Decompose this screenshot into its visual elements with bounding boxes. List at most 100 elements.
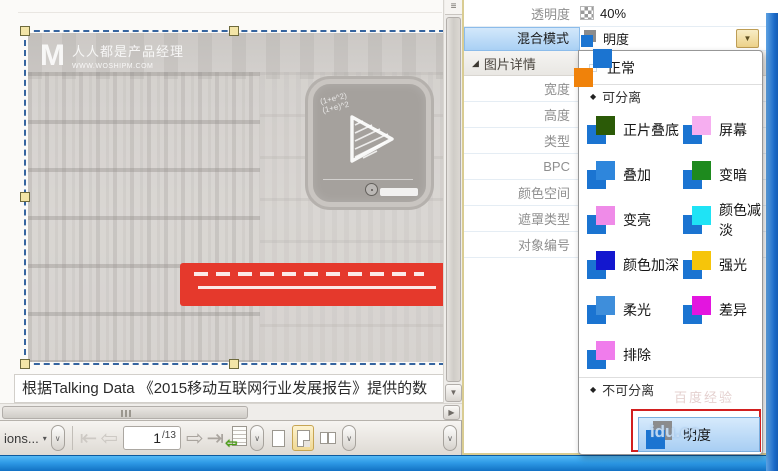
options-label[interactable]: ions... (4, 431, 39, 446)
darken-label: 变暗 (719, 165, 747, 185)
page-caption-textframe[interactable]: 根据Talking Data 《2015移动互联网行业发展报告》提供的数 (14, 374, 462, 403)
horizontal-scrollbar[interactable]: ▶ (0, 403, 462, 420)
objectnumber-label: 对象编号 (464, 235, 580, 254)
app-window: M 人人都是产品经理 WWW.WOSHIPM.COM (1+e^2) (1+e)… (0, 0, 778, 471)
group-nonseparable-label: 不可分离 (602, 380, 654, 399)
colorspace-label: 颜色空间 (464, 183, 580, 202)
scrollbar-grip-icon (121, 410, 133, 417)
first-page-button[interactable]: ⇤ (80, 428, 98, 449)
page-caption-text: 根据Talking Data 《2015移动互联网行业发展报告》提供的数 (15, 375, 461, 402)
group-nonseparable: ◆ 不可分离 (579, 377, 762, 400)
blend-item-screen[interactable]: 屏幕 (683, 107, 762, 152)
horizontal-scrollbar-thumb[interactable] (2, 406, 248, 419)
blend-mode-dropdown-list: 正常 ◆ 可分离 正片叠底 屏幕 叠加 变暗 变亮 颜色减淡 颜色加深 强光 柔… (578, 50, 763, 455)
next-page-button[interactable]: ⇨ (186, 428, 204, 449)
normal-icon-frame (589, 64, 597, 72)
group-separable: ◆ 可分离 (579, 84, 762, 107)
blend-current-icon (580, 30, 597, 47)
colordodge-label: 颜色减淡 (719, 200, 762, 240)
navigation-toolbar: ions... ▾ ∨ ⇤ ⇦ 1 /13 ⇨ ⇥ ⇦ ∨ ∨ ∨ (0, 420, 462, 455)
popup-bottom-area: 百度经验 明度 idu.co (579, 400, 762, 454)
options-dropdown-icon[interactable]: ▾ (43, 434, 47, 443)
chalk-circle (365, 183, 378, 196)
logo-url: WWW.WOSHIPM.COM (72, 63, 184, 70)
blend-item-overlay[interactable]: 叠加 (587, 152, 683, 197)
selection-handle-top-left[interactable] (20, 26, 30, 36)
toolbar-overflow-dropdown[interactable]: ∨ (443, 425, 457, 451)
taskbar-strip (0, 455, 778, 471)
diamond-icon: ◆ (590, 92, 596, 101)
blend-item-exclusion[interactable]: 排除 (587, 332, 683, 377)
lighten-label: 变亮 (623, 210, 651, 230)
opacity-row: 透明度 40% (464, 0, 766, 27)
green-back-arrow-icon: ⇦ (225, 434, 238, 452)
darken-blend-icon (683, 161, 711, 189)
last-page-button[interactable]: ⇥ (207, 428, 225, 449)
selected-image[interactable]: M 人人都是产品经理 WWW.WOSHIPM.COM (1+e^2) (1+e)… (28, 33, 443, 362)
chalk-eraser (380, 188, 418, 196)
blend-item-softlight[interactable]: 柔光 (587, 287, 683, 332)
watermark-overlay-text: idu.co (650, 422, 700, 442)
continuous-page-icon (297, 430, 310, 447)
blend-item-multiply[interactable]: 正片叠底 (587, 107, 683, 152)
toolbar-separator (72, 426, 73, 450)
redaction-dash-row-2 (198, 286, 436, 289)
blend-mode-grid: 正片叠底 屏幕 叠加 变暗 变亮 颜色减淡 颜色加深 强光 柔光 差异 排除 (579, 107, 762, 377)
continuous-view-button[interactable] (292, 425, 314, 451)
type-label: 类型 (464, 131, 580, 150)
difference-label: 差异 (719, 300, 747, 320)
screen-label: 屏幕 (719, 120, 747, 140)
facing-pages-button[interactable] (317, 425, 339, 451)
masktype-label: 遮罩类型 (464, 209, 580, 228)
selection-handle-bottom-mid[interactable] (229, 359, 239, 369)
single-page-icon (272, 430, 285, 447)
page-layout-dropdown[interactable]: ∨ (342, 425, 356, 451)
splitter-menu-icon[interactable]: ≡ (445, 0, 462, 15)
logo-title: 人人都是产品经理 (72, 41, 184, 60)
opacity-label: 透明度 (464, 4, 580, 23)
width-label: 宽度 (464, 79, 580, 98)
previous-view-button[interactable]: ⇦ (227, 426, 247, 450)
height-label: 高度 (464, 105, 580, 124)
group-separable-label: 可分离 (602, 87, 641, 106)
multiply-blend-icon (587, 116, 615, 144)
toolbar-collapse-button[interactable]: ∨ (51, 425, 65, 451)
window-edge (766, 13, 778, 471)
blend-item-normal[interactable]: 正常 (579, 51, 762, 84)
exclusion-label: 排除 (623, 345, 651, 365)
blend-item-difference[interactable]: 差异 (683, 287, 762, 332)
blend-item-lighten[interactable]: 变亮 (587, 197, 683, 242)
exclusion-blend-icon (587, 341, 615, 369)
bpc-label: BPC (464, 159, 580, 174)
red-redaction-scribble (180, 263, 443, 306)
lighten-blend-icon (587, 206, 615, 234)
scroll-right-button[interactable]: ▶ (443, 405, 460, 420)
blend-mode-label: 混合模式 (464, 27, 580, 51)
blend-item-colorburn[interactable]: 颜色加深 (587, 242, 683, 287)
page-number-input[interactable]: 1 /13 (123, 426, 181, 450)
section-expander-icon: ◢ (472, 58, 479, 69)
selection-handle-bottom-left[interactable] (20, 359, 30, 369)
blend-item-hardlight[interactable]: 强光 (683, 242, 762, 287)
blend-mode-value[interactable]: 明度 (603, 29, 629, 48)
document-pane: M 人人都是产品经理 WWW.WOSHIPM.COM (1+e^2) (1+e)… (0, 0, 462, 455)
prev-page-button[interactable]: ⇦ (100, 428, 118, 449)
single-page-view-button[interactable] (267, 425, 289, 451)
selection-handle-top-mid[interactable] (229, 26, 239, 36)
page-total: /13 (162, 430, 176, 441)
blend-item-darken[interactable]: 变暗 (683, 152, 762, 197)
screen-blend-icon (683, 116, 711, 144)
blend-mode-dropdown-button[interactable]: ▼ (736, 29, 759, 48)
logo-mark: M (40, 41, 65, 71)
previous-view-dropdown[interactable]: ∨ (250, 425, 264, 451)
softlight-label: 柔光 (623, 300, 651, 320)
selection-handle-left-mid[interactable] (20, 192, 30, 202)
woshipm-logo: M 人人都是产品经理 WWW.WOSHIPM.COM (40, 41, 184, 71)
blend-mode-row: 混合模式 明度 ▼ (464, 27, 766, 51)
scroll-down-button[interactable]: ▼ (445, 384, 462, 402)
vertical-scrollbar[interactable]: ≡ ▼ (443, 0, 462, 403)
blend-item-colordodge[interactable]: 颜色减淡 (683, 197, 762, 242)
vertical-scrollbar-thumb[interactable] (446, 17, 461, 382)
opacity-value[interactable]: 40% (600, 6, 626, 21)
overlay-label: 叠加 (623, 165, 651, 185)
